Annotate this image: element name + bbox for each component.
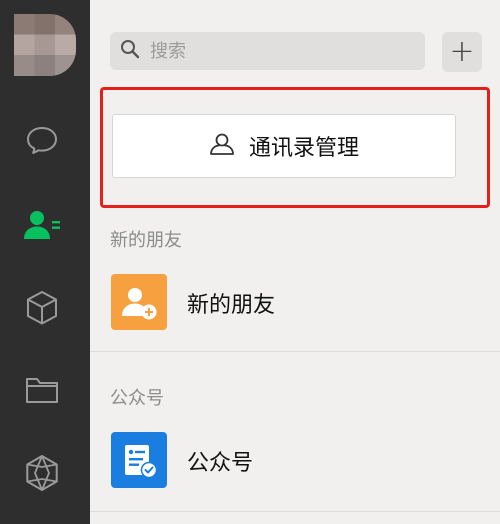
- list-item-official-accounts[interactable]: 公众号: [90, 420, 500, 500]
- moments-nav-icon[interactable]: [20, 451, 64, 495]
- contacts-management-button[interactable]: 通讯录管理: [112, 114, 456, 178]
- search-icon: [120, 39, 140, 63]
- contacts-panel: + 通讯录管理 新的朋友 新的朋友 公众号: [90, 0, 500, 524]
- list-item-title: 公众号: [187, 451, 254, 476]
- list-item-new-friends[interactable]: 新的朋友: [90, 262, 500, 342]
- contacts-management-label: 通讯录管理: [248, 136, 359, 161]
- list-item-title: 新的朋友: [187, 293, 276, 318]
- official-account-icon: [111, 432, 167, 488]
- box-nav-icon[interactable]: [20, 286, 64, 330]
- chat-nav-icon[interactable]: [20, 118, 64, 162]
- divider: [90, 351, 500, 352]
- person-outline-icon: [209, 132, 235, 160]
- new-friend-icon: [111, 274, 167, 330]
- contacts-nav-icon[interactable]: [20, 203, 64, 247]
- section-header-new-friends: 新的朋友: [110, 230, 182, 251]
- folder-nav-icon[interactable]: [20, 368, 64, 412]
- plus-icon: +: [449, 34, 475, 69]
- section-header-official-accounts: 公众号: [110, 388, 164, 409]
- user-avatar[interactable]: [14, 14, 76, 76]
- divider: [90, 511, 500, 512]
- search-input[interactable]: [148, 39, 412, 63]
- add-button[interactable]: +: [442, 32, 482, 72]
- search-bar[interactable]: [110, 32, 425, 70]
- left-navigation-bar: [0, 0, 90, 524]
